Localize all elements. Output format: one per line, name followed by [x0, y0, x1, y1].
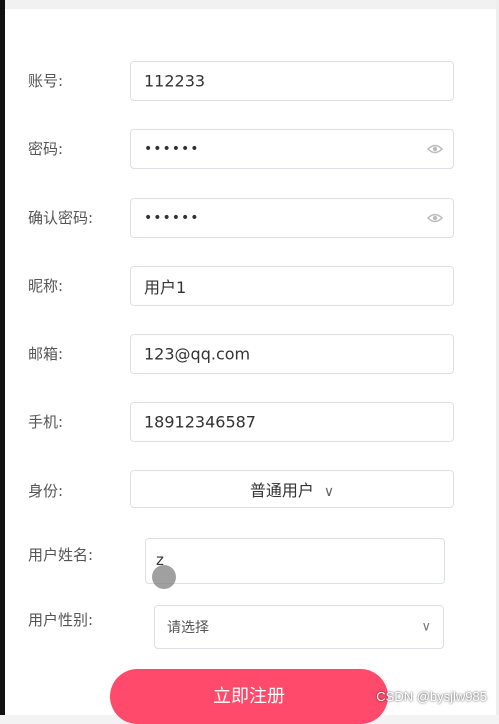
registration-form-frame: 账号: 112233 密码: •••••• 确认密码: •••••• 昵称: 用…	[0, 0, 499, 724]
gender-value: 请选择	[167, 620, 209, 636]
confirm-password-value: ••••••	[144, 210, 200, 226]
identity-value-wrap: 普通用户 ∨	[131, 477, 453, 501]
identity-label: 身份:	[28, 482, 64, 500]
password-input[interactable]: ••••••	[130, 129, 454, 169]
nickname-input[interactable]: 用户1	[130, 266, 454, 306]
chevron-down-icon: ∨	[421, 619, 431, 635]
identity-value: 普通用户	[249, 481, 314, 500]
left-border	[0, 0, 5, 715]
submit-button[interactable]: 立即注册	[110, 669, 388, 724]
password-value: ••••••	[144, 141, 200, 157]
account-input[interactable]: 112233	[130, 61, 454, 101]
confirm-password-label: 确认密码:	[28, 209, 94, 227]
cursor-indicator	[152, 565, 176, 589]
identity-select[interactable]: 普通用户 ∨	[130, 470, 454, 508]
phone-input[interactable]: 18912346587	[130, 402, 454, 442]
gender-label: 用户性别:	[28, 611, 94, 629]
email-value: 123@qq.com	[144, 344, 251, 364]
chevron-down-icon: ∨	[323, 483, 335, 500]
email-label: 邮箱:	[28, 345, 64, 363]
nickname-value: 用户1	[144, 278, 187, 297]
email-input[interactable]: 123@qq.com	[130, 334, 454, 374]
gender-select[interactable]: 请选择 ∨	[154, 605, 444, 649]
eye-icon[interactable]	[427, 213, 443, 223]
phone-label: 手机:	[28, 413, 64, 431]
watermark-text: CSDN @bysjlw985	[376, 689, 487, 704]
real-name-input[interactable]: z	[145, 538, 445, 589]
top-strip	[5, 0, 499, 9]
nickname-label: 昵称:	[28, 277, 64, 295]
phone-value: 18912346587	[144, 412, 256, 432]
account-value: 112233	[144, 71, 206, 91]
eye-icon[interactable]	[427, 144, 443, 154]
account-label: 账号:	[28, 72, 64, 90]
password-label: 密码:	[28, 140, 64, 158]
real-name-label: 用户姓名:	[28, 546, 94, 564]
confirm-password-input[interactable]: ••••••	[130, 198, 454, 238]
